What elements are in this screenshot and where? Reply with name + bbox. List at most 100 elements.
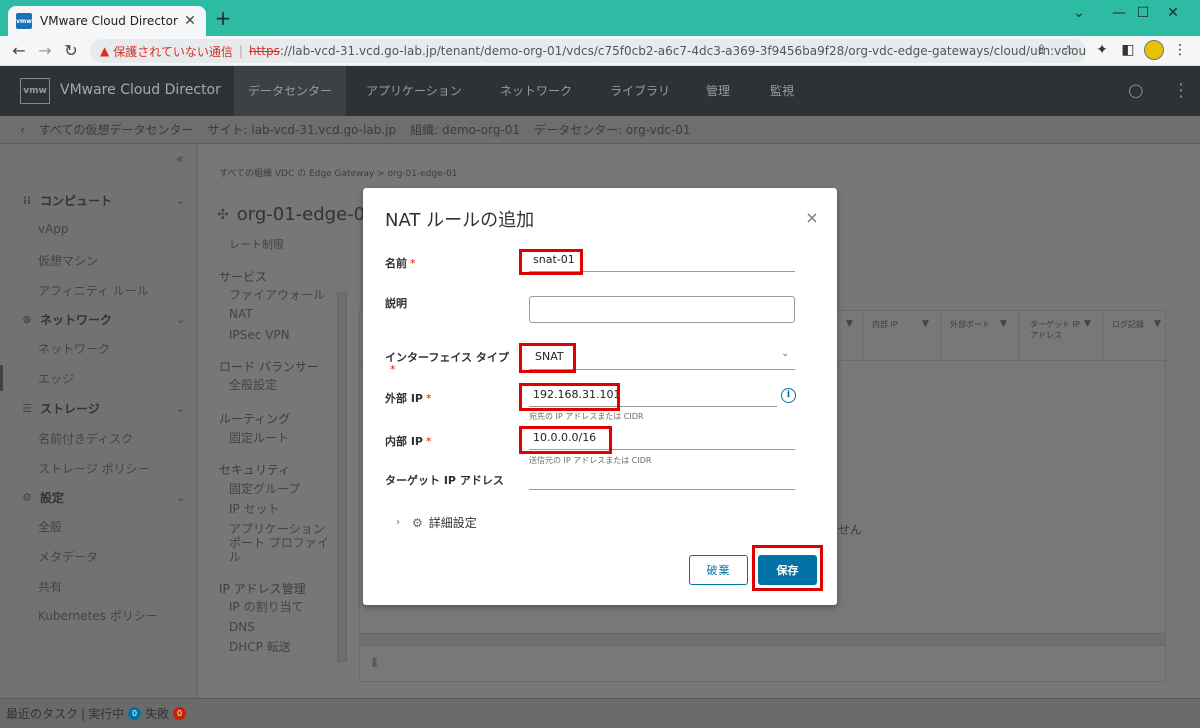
subnav-item-static-routes[interactable]: 固定ルート (229, 431, 289, 445)
column-toggle-icon[interactable]: ⫴ (372, 656, 377, 670)
column-internal-ip[interactable]: 内部 IP (872, 319, 898, 330)
internal-ip-input[interactable] (529, 426, 795, 450)
external-ip-input[interactable] (529, 383, 777, 407)
star-icon[interactable]: ☆ (1062, 43, 1074, 58)
grid-horizontal-scrollbar[interactable] (360, 633, 1165, 645)
subnav-group-services: サービス (219, 270, 268, 284)
close-tab-icon[interactable]: ✕ (182, 13, 198, 29)
status-bar: 最近のタスク | 実行中 0 失敗 0 (0, 698, 1200, 728)
recent-tasks-link[interactable]: 最近のタスク (6, 705, 78, 722)
tab-rate-limit[interactable]: レート制限 (229, 236, 284, 252)
filter-icon[interactable]: ▼ (1154, 319, 1161, 329)
sidepanel-icon[interactable]: ◧ (1118, 40, 1138, 60)
filter-icon[interactable]: ▼ (846, 319, 853, 329)
sidebar-item-affinity[interactable]: アフィニティ ルール (38, 282, 149, 299)
subnav-item-dhcp-forwarding[interactable]: DHCP 転送 (229, 640, 291, 654)
app-title: VMware Cloud Director (60, 82, 221, 98)
sidebar-item-sharing[interactable]: 共有 (38, 578, 62, 595)
filter-icon[interactable]: ▼ (1084, 319, 1091, 329)
chevron-down-icon[interactable]: ⌄ (176, 402, 185, 415)
nav-monitor[interactable]: 監視 (756, 66, 808, 116)
external-ip-help: 宛先の IP アドレスまたは CIDR (529, 412, 644, 421)
add-nat-rule-dialog: NAT ルールの追加 × 名前* 説明 インターフェイス タイプ * SNAT … (363, 188, 837, 605)
subnav-item-ip-sets[interactable]: IP セット (229, 502, 280, 516)
interface-type-value: SNAT (535, 350, 564, 363)
sidebar-item-networks[interactable]: ネットワーク (38, 340, 110, 357)
chevron-down-icon[interactable]: ⌄ (176, 313, 185, 326)
subnav-item-firewall[interactable]: ファイアウォール (229, 288, 325, 302)
chevron-left-icon[interactable]: ‹ (20, 123, 25, 137)
chevron-down-icon[interactable]: ⌄ (176, 491, 185, 504)
back-to-vdcs-link[interactable]: すべての仮想データセンター (39, 121, 194, 138)
back-arrow-icon[interactable]: ← (8, 40, 30, 62)
collapse-sidebar-icon[interactable]: « (176, 152, 184, 167)
subnav-item-ip-allocations[interactable]: IP の割り当て (229, 600, 304, 614)
subnav-group-lb: ロード バランサー (219, 360, 319, 374)
menu-dots-icon[interactable]: ⋮ (1170, 40, 1190, 60)
chevron-down-icon[interactable]: ⌄ (176, 194, 185, 207)
page-title: ✣ org-01-edge-0 (217, 204, 366, 225)
url-input[interactable]: ▲ 保護されていない通信 | https ://lab-vcd-31.vcd.g… (90, 39, 1086, 63)
sidebar-item-named-disks[interactable]: 名前付きディスク (38, 430, 133, 447)
name-input[interactable] (529, 248, 795, 272)
gear-icon: ⚙ (412, 515, 423, 530)
subnav-item-lb-general[interactable]: 全般設定 (229, 378, 277, 392)
nav-network[interactable]: ネットワーク (486, 66, 586, 116)
nav-library[interactable]: ライブラリ (596, 66, 684, 116)
nav-admin[interactable]: 管理 (692, 66, 744, 116)
sidebar-item-metadata[interactable]: メタデータ (38, 548, 98, 565)
sidebar-group-storage[interactable]: ☰ ストレージ (20, 400, 100, 417)
nav-datacenter[interactable]: データセンター (234, 66, 347, 116)
discard-button[interactable]: 破棄 (689, 555, 748, 585)
running-label[interactable]: 実行中 (88, 705, 124, 722)
profile-avatar[interactable] (1144, 40, 1164, 60)
reload-icon[interactable]: ↻ (60, 40, 82, 62)
subnav-item-static-groups[interactable]: 固定グループ (229, 482, 300, 496)
extensions-icon[interactable]: ✦ (1092, 40, 1112, 60)
sidebar-item-vms[interactable]: 仮想マシン (38, 252, 98, 269)
interface-type-select[interactable]: SNAT ⌄ (529, 344, 795, 370)
share-icon[interactable]: ⇪ (1036, 43, 1047, 58)
url-scheme: https (248, 44, 280, 58)
search-icon[interactable]: ○ (1128, 80, 1144, 101)
sidebar-group-settings[interactable]: ⚙ 設定 (20, 489, 64, 506)
description-textarea[interactable] (529, 296, 795, 323)
column-external-port[interactable]: 外部ポート (950, 319, 1000, 330)
sidebar-item-k8s-policies[interactable]: Kubernetes ポリシー (38, 607, 158, 624)
close-icon[interactable]: × (803, 208, 821, 227)
info-icon[interactable]: i (781, 388, 796, 403)
page-breadcrumb[interactable]: すべての組織 VDC の Edge Gateway > org-01-edge-… (219, 166, 457, 179)
browser-tab[interactable]: vmw VMware Cloud Director ✕ (8, 6, 206, 36)
dialog-title: NAT ルールの追加 (385, 210, 535, 231)
target-ip-input[interactable] (529, 466, 795, 490)
running-count-badge: 0 (128, 707, 142, 720)
sidebar-group-compute[interactable]: ⁝⁝ コンピュート (20, 192, 112, 209)
header-menu-icon[interactable]: ⋮ (1172, 80, 1190, 101)
forward-arrow-icon[interactable]: → (34, 40, 56, 62)
sidebar-item-edges[interactable]: エッジ (38, 370, 74, 387)
save-button[interactable]: 保存 (758, 555, 817, 585)
failed-label[interactable]: 失敗 (145, 705, 169, 722)
sidebar-item-vapp[interactable]: vApp (38, 222, 69, 236)
edge-gateway-icon: ✣ (217, 206, 229, 223)
new-tab-button[interactable]: + (212, 8, 234, 30)
sidebar-item-storage-policies[interactable]: ストレージ ポリシー (38, 460, 150, 477)
sidebar-group-network[interactable]: ⊛ ネットワーク (20, 311, 112, 328)
description-label: 説明 (385, 297, 407, 310)
subnav-item-ipsec[interactable]: IPSec VPN (229, 328, 290, 342)
advanced-settings-toggle[interactable]: › ⚙ 詳細設定 (396, 514, 477, 531)
column-target-ip[interactable]: ターゲット IP アドレス (1030, 319, 1084, 341)
filter-icon[interactable]: ▼ (1000, 319, 1007, 329)
filter-icon[interactable]: ▼ (922, 319, 929, 329)
subnav-scrollbar[interactable] (337, 292, 347, 662)
subnav-item-app-port-profiles[interactable]: アプリケーション ポート プロファイル (229, 522, 329, 564)
sidebar-item-general[interactable]: 全般 (38, 518, 62, 535)
subnav-item-nat[interactable]: NAT (229, 307, 253, 321)
close-window-icon[interactable]: ✕ (1150, 0, 1196, 28)
subnav-group-security: セキュリティ (219, 463, 291, 477)
datacenter-label: データセンター: org-vdc-01 (534, 123, 691, 137)
nav-applications[interactable]: アプリケーション (352, 66, 476, 116)
subnav-item-dns[interactable]: DNS (229, 620, 255, 634)
column-logging[interactable]: ログ記録 (1112, 319, 1144, 330)
context-breadcrumb: ‹ すべての仮想データセンター サイト: lab-vcd-31.vcd.go-l… (0, 116, 1200, 144)
